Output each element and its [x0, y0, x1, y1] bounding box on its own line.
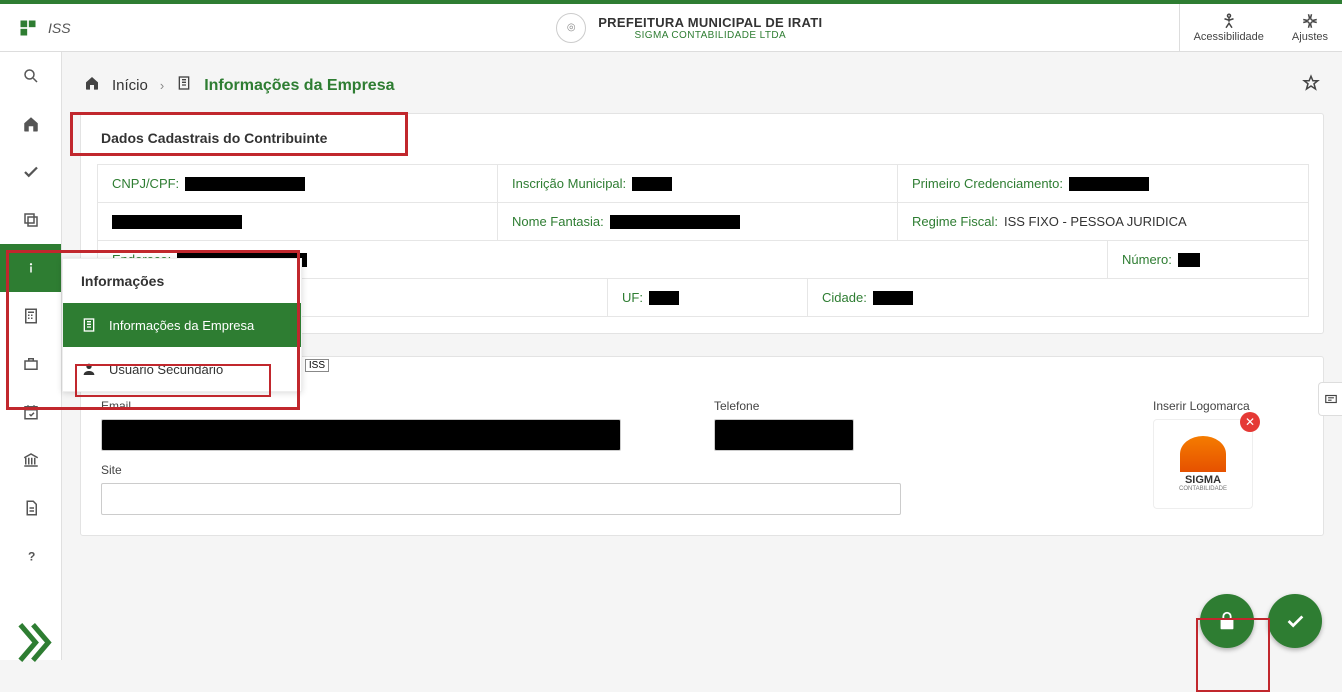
input-site[interactable] — [101, 483, 901, 515]
flyout-header: Informações — [63, 259, 301, 303]
org-seal-icon: ◎ — [556, 13, 586, 43]
val-cnpj — [185, 177, 305, 191]
flyout-item-empresa[interactable]: Informações da Empresa — [63, 303, 301, 347]
lbl-fantasia: Nome Fantasia: — [512, 214, 604, 229]
val-numero — [1178, 253, 1200, 267]
sidebar-flyout: Informações Informações da Empresa Usuár… — [62, 258, 302, 392]
flyout-item-empresa-label: Informações da Empresa — [109, 318, 254, 333]
lbl-cidade: Cidade: — [822, 290, 867, 305]
lbl-primeiro: Primeiro Credenciamento: — [912, 176, 1063, 191]
org-title: PREFEITURA MUNICIPAL DE IRATI — [598, 15, 822, 30]
right-panel-toggle[interactable] — [1318, 382, 1342, 416]
input-email[interactable] — [101, 419, 621, 451]
sidebar-search[interactable] — [0, 52, 61, 100]
sidebar-calendar[interactable] — [0, 388, 61, 436]
lbl-cnpj: CNPJ/CPF: — [112, 176, 179, 191]
sigma-sub: CONTABILIDADE — [1179, 486, 1227, 492]
accessibility-button[interactable]: Acessibilidade — [1180, 4, 1278, 51]
sidebar-calc[interactable] — [0, 292, 61, 340]
sidebar-info[interactable] — [0, 244, 61, 292]
sidebar-copy[interactable] — [0, 196, 61, 244]
breadcrumb-icon — [176, 75, 192, 96]
accessibility-label: Acessibilidade — [1194, 31, 1264, 43]
sigma-logo-icon: SIGMA CONTABILIDADE — [1179, 436, 1227, 492]
lbl-inscricao: Inscrição Municipal: — [512, 176, 626, 191]
settings-label: Ajustes — [1292, 31, 1328, 43]
sidebar-doc[interactable] — [0, 484, 61, 532]
breadcrumb: Início › Informações da Empresa — [80, 64, 1324, 113]
sidebar-help[interactable]: ? — [0, 532, 61, 580]
lbl-telefone: Telefone — [714, 399, 994, 413]
lbl-uf: UF: — [622, 290, 643, 305]
val-regime: ISS FIXO - PESSOA JURIDICA — [1004, 214, 1187, 229]
lbl-regime: Regime Fiscal: — [912, 214, 998, 229]
logo-remove-button[interactable]: ✕ — [1240, 412, 1260, 432]
topbar: ISS ◎ PREFEITURA MUNICIPAL DE IRATI SIGM… — [0, 4, 1342, 52]
home-icon[interactable] — [84, 75, 100, 96]
sidebar-check[interactable] — [0, 148, 61, 196]
fab-lock-button[interactable] — [1200, 594, 1254, 648]
sidebar-bank[interactable] — [0, 436, 61, 484]
lbl-site: Site — [101, 463, 1127, 477]
breadcrumb-home[interactable]: Início — [112, 77, 148, 94]
breadcrumb-current: Informações da Empresa — [204, 77, 394, 95]
flyout-item-usuario-label: Usuário Secundário — [109, 362, 223, 377]
val-uf — [649, 291, 679, 305]
module-icon — [18, 18, 38, 38]
fab-confirm-button[interactable] — [1268, 594, 1322, 648]
favorite-star[interactable] — [1302, 74, 1320, 97]
card-cadastrais-title: Dados Cadastrais do Contribuinte — [81, 114, 1323, 156]
sidebar-briefcase[interactable] — [0, 340, 61, 388]
val-fantasia — [610, 215, 740, 229]
val-razao — [112, 215, 242, 229]
sidebar-home[interactable] — [0, 100, 61, 148]
val-inscricao — [632, 177, 672, 191]
sidebar-expand[interactable] — [0, 624, 61, 660]
input-telefone[interactable] — [714, 419, 854, 451]
logo-upload[interactable]: ✕ SIGMA CONTABILIDADE — [1153, 419, 1253, 509]
svg-text:?: ? — [28, 550, 35, 564]
sidebar: ? — [0, 52, 62, 660]
breadcrumb-sep: › — [160, 78, 164, 93]
lbl-numero: Número: — [1122, 252, 1172, 267]
flyout-item-usuario[interactable]: Usuário Secundário — [63, 347, 301, 391]
org-subtitle: SIGMA CONTABILIDADE LTDA — [598, 30, 822, 41]
sigma-name: SIGMA — [1179, 474, 1227, 486]
settings-button[interactable]: Ajustes — [1278, 4, 1342, 51]
flyout-tag: ISS — [305, 359, 329, 372]
val-primeiro — [1069, 177, 1149, 191]
val-cidade — [873, 291, 913, 305]
module-label: ISS — [48, 20, 71, 36]
lbl-logo: Inserir Logomarca — [1153, 399, 1303, 413]
